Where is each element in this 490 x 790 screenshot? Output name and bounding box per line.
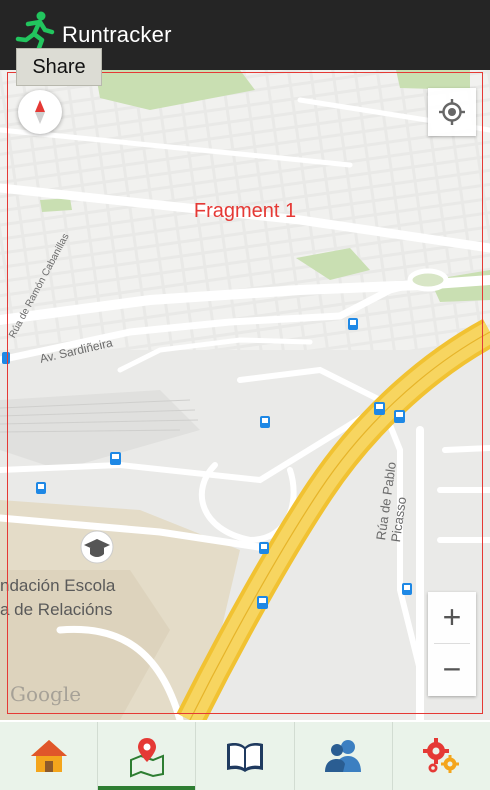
zoom-out-button[interactable]: − (428, 644, 476, 695)
map-pin-icon (129, 738, 164, 778)
gears-icon (423, 738, 460, 773)
nav-item-home[interactable] (0, 722, 99, 790)
place-label-school-line1: ndación Escola (0, 576, 116, 595)
map-view[interactable]: Fragment 1 ndación Escola a de Relacións… (0, 70, 490, 720)
bottom-navigation (0, 722, 490, 790)
zoom-in-button[interactable]: + (428, 592, 476, 643)
nav-item-map[interactable] (98, 722, 197, 790)
place-label-school-line2: a de Relacións (0, 600, 113, 619)
zoom-controls: + − (428, 592, 476, 696)
fragment-label: Fragment 1 (193, 200, 297, 222)
nav-item-settings[interactable] (393, 722, 490, 790)
users-icon (325, 740, 362, 772)
nav-item-book[interactable] (196, 722, 295, 790)
google-attribution: Google (10, 682, 82, 706)
my-location-button[interactable] (428, 88, 476, 136)
compass-button[interactable] (18, 90, 62, 134)
nav-item-contacts[interactable] (295, 722, 393, 790)
app-title: Runtracker (62, 22, 172, 47)
compass-icon (35, 100, 45, 124)
map-canvas[interactable] (0, 70, 490, 720)
book-icon (227, 743, 263, 772)
crosshair-icon (439, 99, 465, 125)
share-tooltip[interactable]: Share (16, 48, 102, 86)
runner-icon (15, 11, 55, 50)
home-icon (30, 740, 67, 772)
